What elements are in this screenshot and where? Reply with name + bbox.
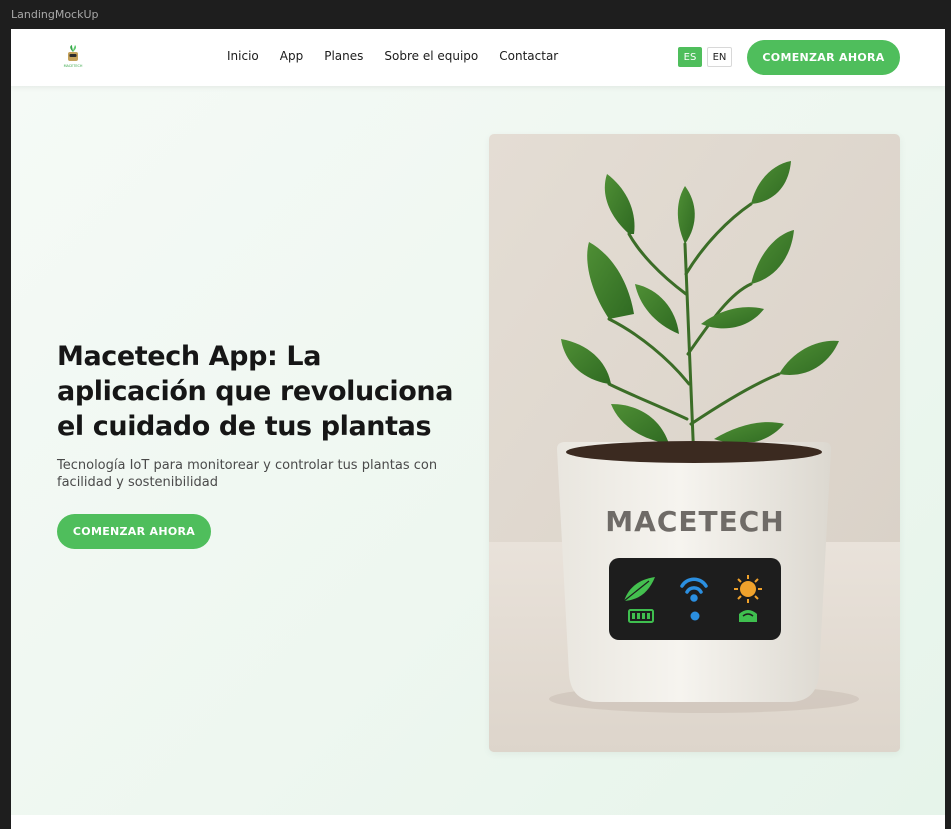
macetech-logo-icon[interactable]: MACETECH <box>61 43 85 69</box>
nav-link-app[interactable]: App <box>280 49 303 63</box>
nav-start-now-button[interactable]: COMENZAR AHORA <box>747 40 900 75</box>
window-title: LandingMockUp <box>11 8 99 21</box>
nav-link-inicio[interactable]: Inicio <box>227 49 259 63</box>
nav-link-contactar[interactable]: Contactar <box>499 49 558 63</box>
lang-en-button[interactable]: EN <box>707 47 732 67</box>
logo-text: MACETECH <box>64 64 83 68</box>
nav-link-sobre-el-equipo[interactable]: Sobre el equipo <box>384 49 478 63</box>
section-divider <box>11 815 945 829</box>
hero-subtitle: Tecnología IoT para monitorear y control… <box>57 458 438 490</box>
landing-page: MACETECH Inicio App Planes Sobre el equi… <box>11 29 945 829</box>
nav-link-planes[interactable]: Planes <box>324 49 363 63</box>
status-dot-icon <box>690 611 700 621</box>
hero-title: Macetech App: La aplicación que revoluci… <box>57 341 454 442</box>
lang-es-button[interactable]: ES <box>678 47 702 67</box>
hero-start-now-button[interactable]: COMENZAR AHORA <box>57 514 211 549</box>
hero-section: Macetech App: La aplicación que revoluci… <box>11 86 945 815</box>
nav-links: Inicio App Planes Sobre el equipo Contac… <box>227 49 579 63</box>
top-navbar: MACETECH Inicio App Planes Sobre el equi… <box>11 29 945 86</box>
smart-pot-illustration: MACETECH <box>489 134 900 752</box>
hero-product-image: MACETECH <box>489 134 900 752</box>
pot-label: MACETECH <box>605 505 784 538</box>
